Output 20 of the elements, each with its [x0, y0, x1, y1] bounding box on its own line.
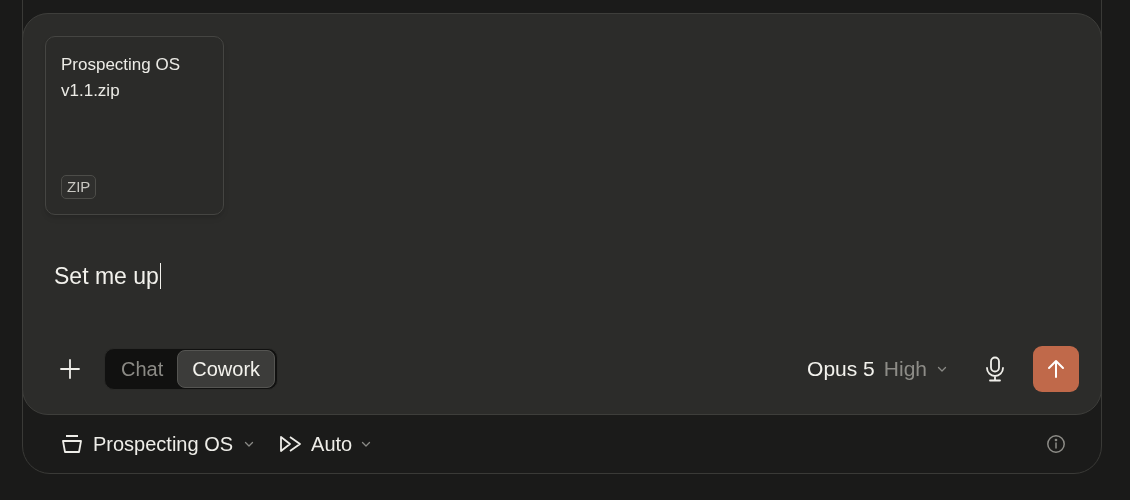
project-name: Prospecting OS — [93, 432, 234, 458]
mode-tab[interactable]: Cowork — [177, 350, 276, 389]
info-icon[interactable] — [1046, 434, 1066, 455]
message-input[interactable]: Set me up — [54, 261, 162, 291]
tray-icon — [61, 434, 83, 455]
model-name: Opus 5 — [807, 356, 875, 383]
send-button[interactable] — [1033, 346, 1079, 393]
attachment-card[interactable]: Prospecting OS v1.1.zip ZIP — [45, 36, 224, 215]
microphone-icon — [984, 356, 1006, 383]
attachment-name: Prospecting OS v1.1.zip — [61, 54, 182, 102]
plus-icon — [59, 358, 81, 381]
project-selector[interactable]: Prospecting OS — [61, 429, 256, 460]
arrow-up-icon — [1045, 358, 1067, 381]
effort-level: High — [883, 356, 927, 383]
mode-tab[interactable]: Chat — [107, 350, 178, 389]
permission-selector[interactable]: Auto — [279, 429, 373, 460]
model-selector[interactable]: Opus 5 High — [807, 353, 948, 385]
file-type-badge: ZIP — [61, 175, 97, 199]
permission-mode: Auto — [311, 432, 353, 458]
fast-forward-icon — [279, 434, 304, 455]
